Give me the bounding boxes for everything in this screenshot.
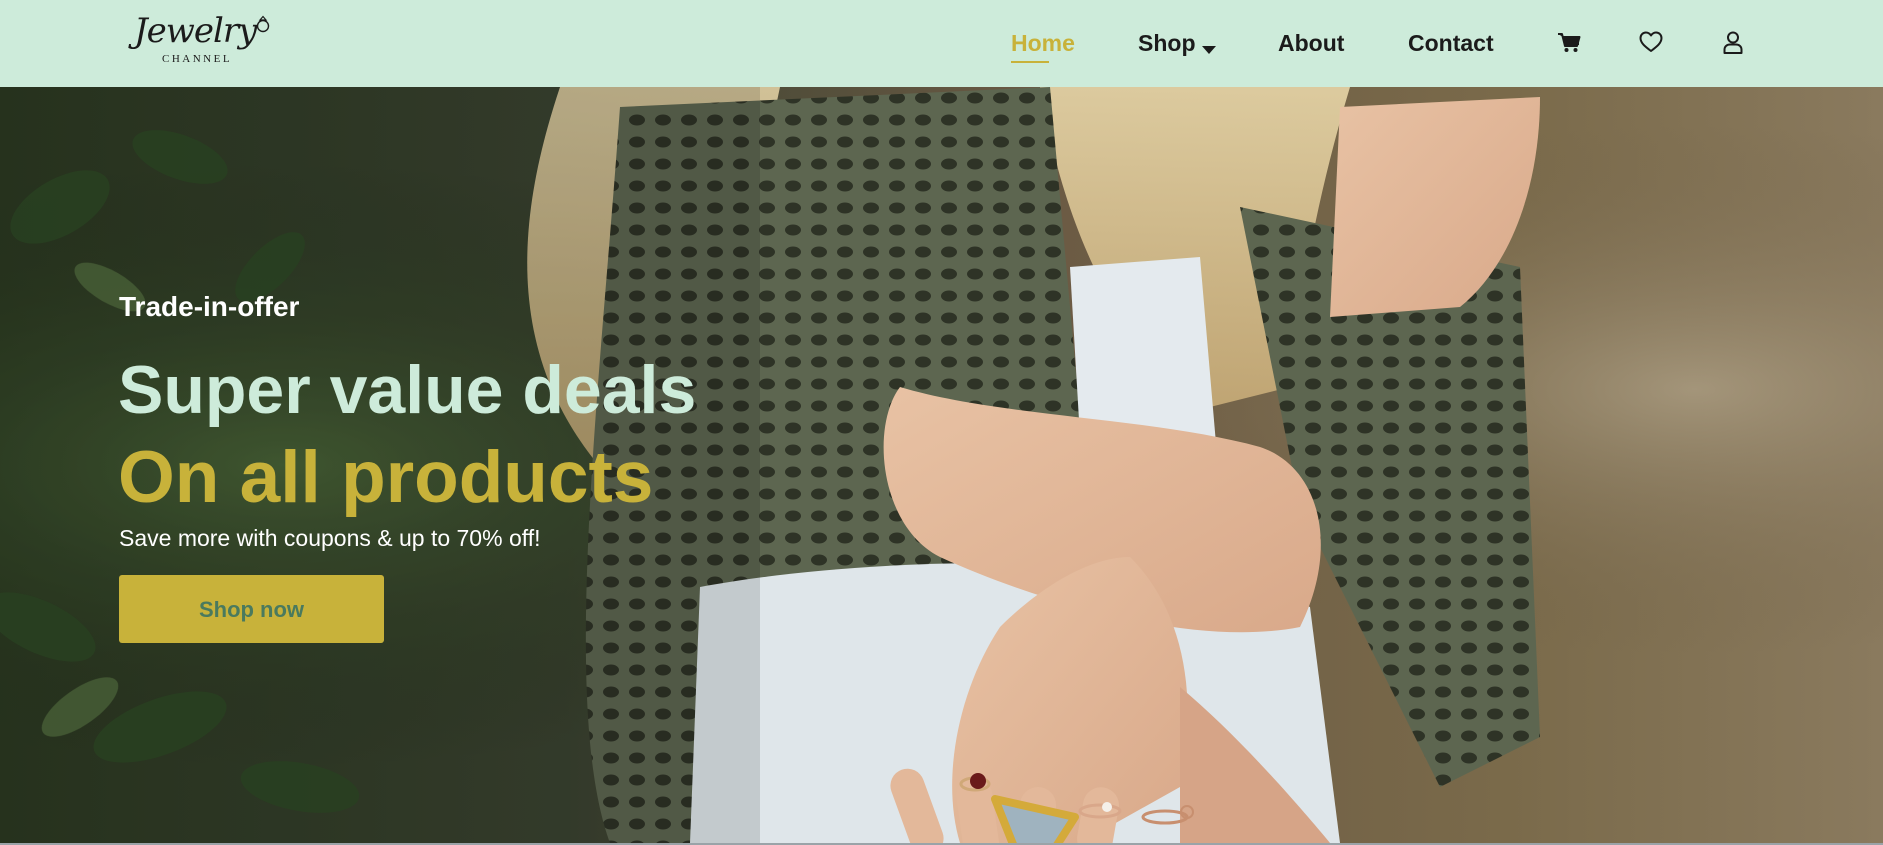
hero-eyebrow: Trade-in-offer [119, 291, 300, 322]
nav-contact-label: Contact [1408, 30, 1494, 56]
cart-icon[interactable] [1555, 28, 1583, 56]
site-header: Jewelry CHANNEL Home Shop About Contact [0, 0, 1883, 87]
nav-home-label: Home [1011, 30, 1075, 56]
nav-about-label: About [1278, 30, 1345, 56]
heart-icon[interactable] [1637, 28, 1665, 56]
user-icon[interactable] [1719, 28, 1747, 56]
hero-subtext: Save more with coupons & up to 70% off! [119, 525, 541, 551]
active-underline [1011, 61, 1049, 63]
nav-shop-label: Shop [1138, 30, 1196, 56]
caret-down-icon [1201, 46, 1216, 54]
hero-headline-line1: Super value deals [118, 352, 697, 428]
shop-now-button[interactable]: Shop now [119, 575, 384, 643]
hero-content: Trade-in-offer Super value deals On all … [0, 87, 1883, 843]
nav-shop[interactable]: Shop [1138, 29, 1216, 57]
main-nav: Home Shop About Contact [0, 0, 1883, 87]
nav-home[interactable]: Home [1011, 29, 1075, 63]
nav-contact[interactable]: Contact [1408, 29, 1494, 57]
nav-about[interactable]: About [1278, 29, 1344, 57]
hero-headline-line2: On all products [118, 437, 654, 518]
hero-banner: Trade-in-offer Super value deals On all … [0, 87, 1883, 843]
